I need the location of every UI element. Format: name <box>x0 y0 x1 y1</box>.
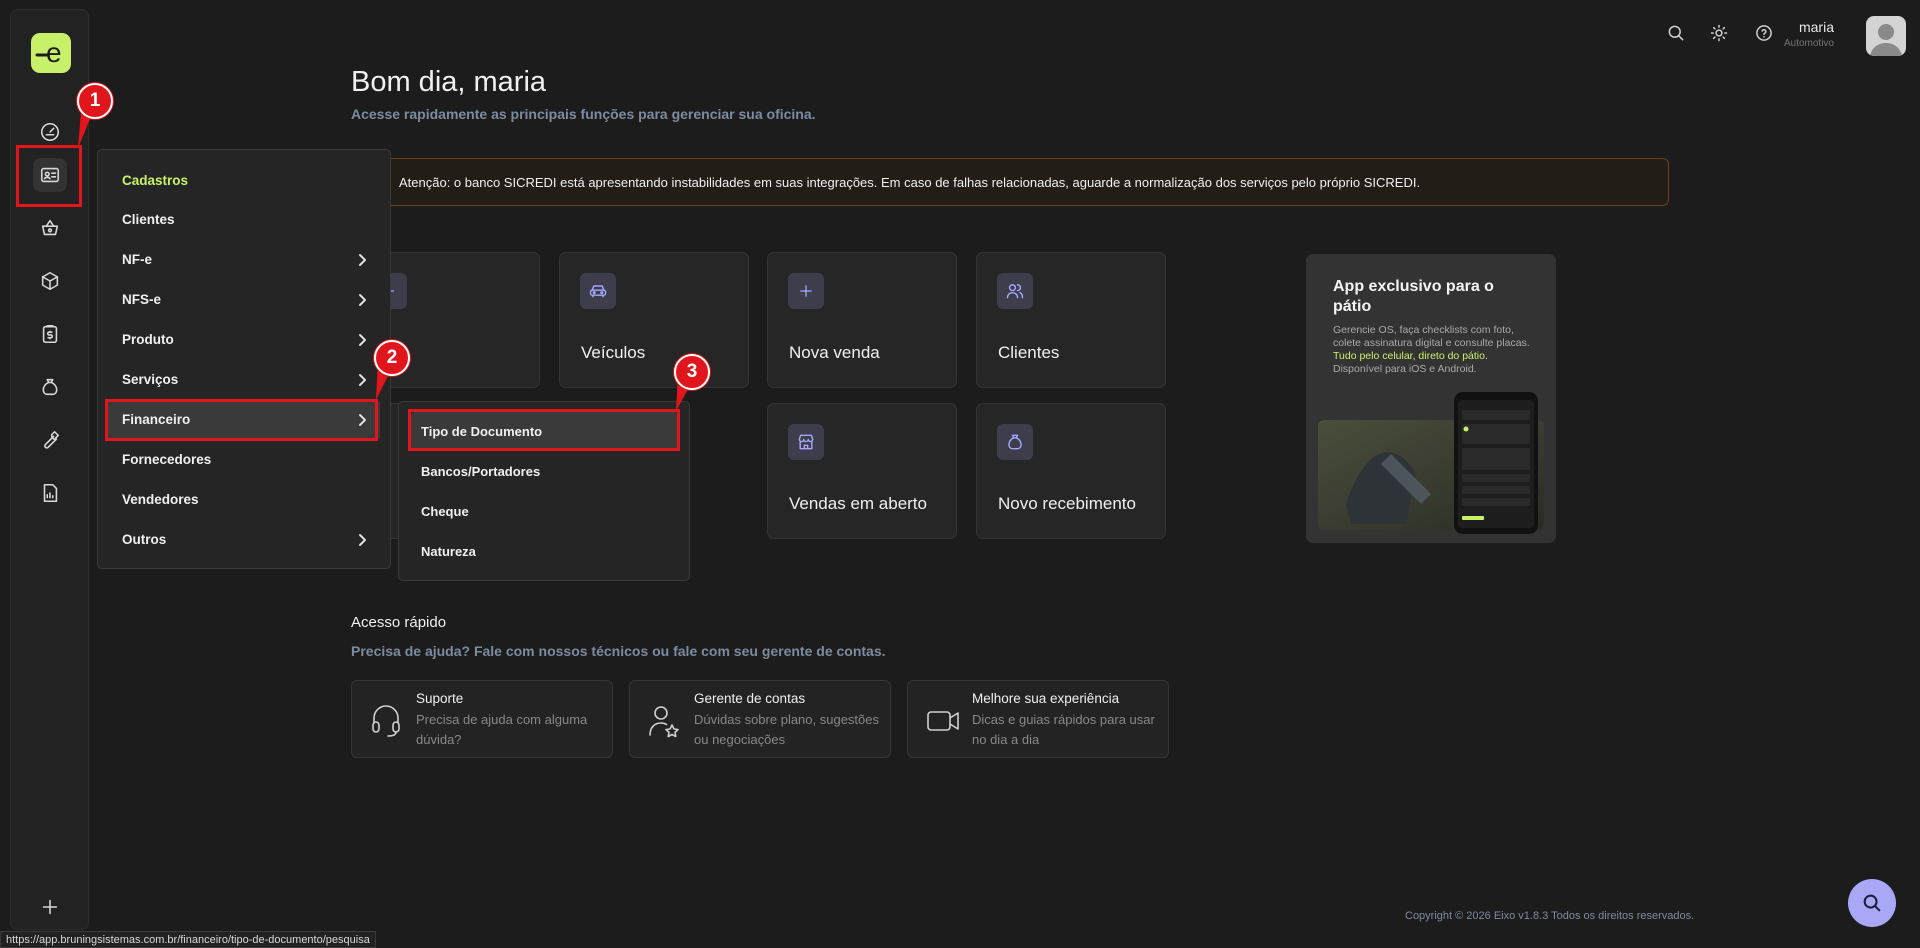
chevron-right-icon <box>356 253 368 272</box>
menu-item-servicos[interactable]: Serviços <box>108 360 380 400</box>
card-vendas-em-aberto[interactable]: Vendas em aberto <box>767 403 957 539</box>
card-novo-recebimento[interactable]: Novo recebimento <box>976 403 1166 539</box>
account-manager-card[interactable]: Gerente de contas Dúvidas sobre plano, s… <box>629 680 891 758</box>
menu-item-vendedores[interactable]: Vendedores <box>108 480 380 520</box>
financeiro-submenu: Tipo de Documento Bancos/Portadores Cheq… <box>398 401 690 581</box>
page-subtitle: Acesse rapidamente as principais funções… <box>351 106 816 122</box>
chevron-right-icon <box>356 533 368 552</box>
report-icon[interactable] <box>33 476 67 510</box>
page-title: Bom dia, maria <box>351 66 547 98</box>
global-search-button[interactable] <box>1848 879 1896 927</box>
id-card-icon[interactable] <box>33 158 67 192</box>
alert-text: Atenção: o banco SICREDI está apresentan… <box>399 175 1421 190</box>
logo[interactable]: e <box>31 33 71 73</box>
step-3-marker: 3 <box>674 354 710 390</box>
chevron-right-icon <box>356 293 368 312</box>
wrench-icon[interactable] <box>33 423 67 457</box>
plus-icon <box>788 273 824 309</box>
menu-item-financeiro[interactable]: Financeiro <box>108 400 380 440</box>
video-icon <box>926 703 960 744</box>
menu-item-clientes[interactable]: Clientes <box>108 200 380 240</box>
quick-desc: Precisa de ajuda com alguma dúvida? <box>416 712 588 747</box>
user-name[interactable]: maria <box>1799 19 1834 35</box>
store-icon <box>788 424 824 460</box>
money-bag-icon <box>997 424 1033 460</box>
quick-title: Suporte <box>416 691 464 706</box>
quick-access-title: Acesso rápido <box>351 614 447 631</box>
menu-header: Cadastros <box>122 173 189 188</box>
card-label: Clientes <box>998 343 1060 362</box>
package-icon[interactable] <box>33 264 67 298</box>
menu-item-fornecedores[interactable]: Fornecedores <box>108 440 380 480</box>
quick-desc: Dúvidas sobre plano, sugestões ou negoci… <box>694 712 880 747</box>
search-icon <box>1863 894 1881 912</box>
app-promo-card[interactable]: App exclusivo para o pátio Gerencie OS, … <box>1306 254 1556 543</box>
status-bar-url: https://app.bruningsistemas.com.br/finan… <box>0 931 376 948</box>
alert-banner: Atenção: o banco SICREDI está apresentan… <box>351 158 1669 206</box>
menu-item-nfse[interactable]: NFS-e <box>108 280 380 320</box>
quick-title: Melhore sua experiência <box>972 691 1120 706</box>
quick-desc: Dicas e guias rápidos para usar no dia a… <box>972 712 1155 747</box>
menu-item-nfe[interactable]: NF-e <box>108 240 380 280</box>
chevron-right-icon <box>356 373 368 392</box>
dashboard-icon[interactable] <box>33 115 67 149</box>
theme-toggle-icon[interactable] <box>1708 22 1730 44</box>
card-nova-venda[interactable]: Nova venda <box>767 252 957 388</box>
card-label: Nova venda <box>789 343 880 362</box>
quick-title: Gerente de contas <box>694 691 806 706</box>
submenu-item-cheque[interactable]: Cheque <box>411 492 679 530</box>
headset-icon <box>370 703 402 744</box>
cadastros-menu: Cadastros Clientes NF-e NFS-e Produto Se… <box>97 149 391 569</box>
avatar[interactable] <box>1866 16 1906 56</box>
experience-card[interactable]: Melhore sua experiência Dicas e guias rá… <box>907 680 1169 758</box>
car-icon <box>580 273 616 309</box>
help-icon[interactable] <box>1753 22 1775 44</box>
plus-icon[interactable] <box>33 890 67 924</box>
users-icon <box>997 273 1033 309</box>
menu-item-outros[interactable]: Outros <box>108 520 380 560</box>
basket-icon[interactable] <box>33 211 67 245</box>
search-icon[interactable] <box>1665 22 1687 44</box>
card-label: Veículos <box>581 343 646 362</box>
menu-item-produto[interactable]: Produto <box>108 320 380 360</box>
chevron-right-icon <box>356 413 368 432</box>
card-clientes[interactable]: Clientes <box>976 252 1166 388</box>
chevron-right-icon <box>356 333 368 352</box>
copyright: Copyright © 2026 Eixo v1.8.3 Todos os di… <box>1405 910 1695 922</box>
logo-letter: e <box>46 37 62 68</box>
card-label: Vendas em aberto <box>789 494 927 513</box>
user-company: Automotivo <box>1783 38 1834 49</box>
submenu-item-tipo-de-documento[interactable]: Tipo de Documento <box>411 412 679 450</box>
phone-illustration <box>1318 392 1544 534</box>
clipboard-dollar-icon[interactable] <box>33 317 67 351</box>
card-label: Novo recebimento <box>998 494 1136 513</box>
user-star-icon <box>648 703 680 744</box>
money-bag-icon[interactable] <box>33 370 67 404</box>
support-card[interactable]: Suporte Precisa de ajuda com alguma dúvi… <box>351 680 613 758</box>
submenu-item-natureza[interactable]: Natureza <box>411 532 679 570</box>
card-veiculos[interactable]: Veículos <box>559 252 749 388</box>
quick-access-subtitle: Precisa de ajuda? Fale com nossos técnic… <box>351 643 886 659</box>
submenu-item-bancos-portadores[interactable]: Bancos/Portadores <box>411 452 679 490</box>
step-2-marker: 2 <box>374 340 410 376</box>
step-1-marker: 1 <box>77 83 113 119</box>
